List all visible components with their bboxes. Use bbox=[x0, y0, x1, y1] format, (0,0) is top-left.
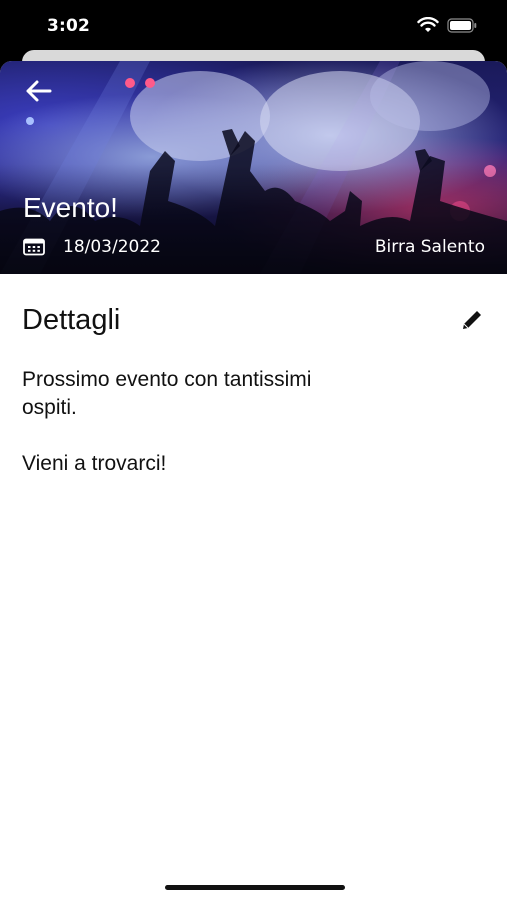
event-title: Evento! bbox=[23, 192, 118, 223]
event-description: Prossimo evento con tantissimi ospiti. V… bbox=[22, 366, 322, 478]
description-paragraph: Vieni a trovarci! bbox=[22, 452, 167, 475]
status-time: 3:02 bbox=[47, 16, 91, 36]
pencil-icon bbox=[463, 311, 481, 329]
event-hero-image: Evento! 18/03/2022 Birra Salento bbox=[0, 61, 507, 274]
back-button[interactable] bbox=[22, 77, 56, 105]
arrow-left-icon bbox=[26, 80, 52, 102]
home-indicator[interactable] bbox=[165, 885, 345, 890]
description-paragraph: Prossimo evento con tantissimi ospiti. bbox=[22, 368, 312, 419]
edit-button[interactable] bbox=[459, 307, 485, 333]
details-header: Dettagli bbox=[22, 302, 485, 338]
event-date: 18/03/2022 bbox=[63, 237, 161, 257]
details-heading: Dettagli bbox=[22, 303, 121, 336]
battery-icon bbox=[447, 17, 477, 33]
event-venue: Birra Salento bbox=[374, 237, 485, 257]
calendar-icon bbox=[23, 238, 45, 256]
status-icons bbox=[417, 17, 477, 33]
wifi-icon bbox=[417, 17, 439, 32]
event-detail-sheet: Evento! 18/03/2022 Birra Salento Dettagl… bbox=[0, 61, 507, 900]
status-bar: 3:02 bbox=[0, 0, 507, 54]
details-section: Dettagli Prossimo evento con tantissimi … bbox=[0, 302, 507, 478]
event-meta: 18/03/2022 Birra Salento bbox=[23, 236, 485, 258]
